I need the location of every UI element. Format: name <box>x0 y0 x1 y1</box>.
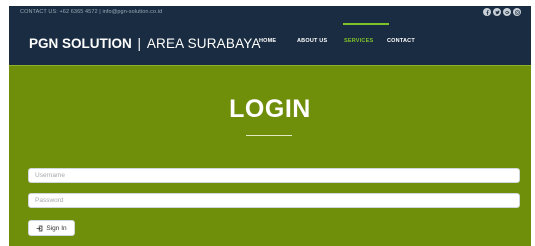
nav-contact[interactable]: CONTACT <box>387 38 415 44</box>
header-divider <box>9 65 531 66</box>
sign-in-label: Sign In <box>46 224 67 232</box>
nav-home[interactable]: HOME <box>259 38 276 44</box>
contact-info: CONTACT US: +62 6365 4572 | info@pgn-sol… <box>20 9 163 15</box>
password-input[interactable] <box>28 193 520 208</box>
instagram-icon[interactable] <box>513 8 521 16</box>
main-nav: HOME ABOUT US SERVICES CONTACT <box>9 38 531 50</box>
username-input[interactable] <box>28 168 520 183</box>
page-frame: CONTACT US: +62 6365 4572 | info@pgn-sol… <box>9 6 531 246</box>
page-title: LOGIN <box>229 95 311 123</box>
title-underline <box>246 135 292 136</box>
header-bar: CONTACT US: +62 6365 4572 | info@pgn-sol… <box>9 6 531 66</box>
nav-services[interactable]: SERVICES <box>344 38 373 44</box>
sign-in-button[interactable]: Sign In <box>28 220 75 236</box>
active-nav-indicator <box>343 23 389 25</box>
social-links <box>483 8 521 17</box>
facebook-icon[interactable] <box>483 8 491 16</box>
google-plus-icon[interactable] <box>503 8 511 16</box>
sign-in-icon <box>36 225 43 231</box>
nav-about-us[interactable]: ABOUT US <box>297 38 327 44</box>
twitter-icon[interactable] <box>493 8 501 16</box>
